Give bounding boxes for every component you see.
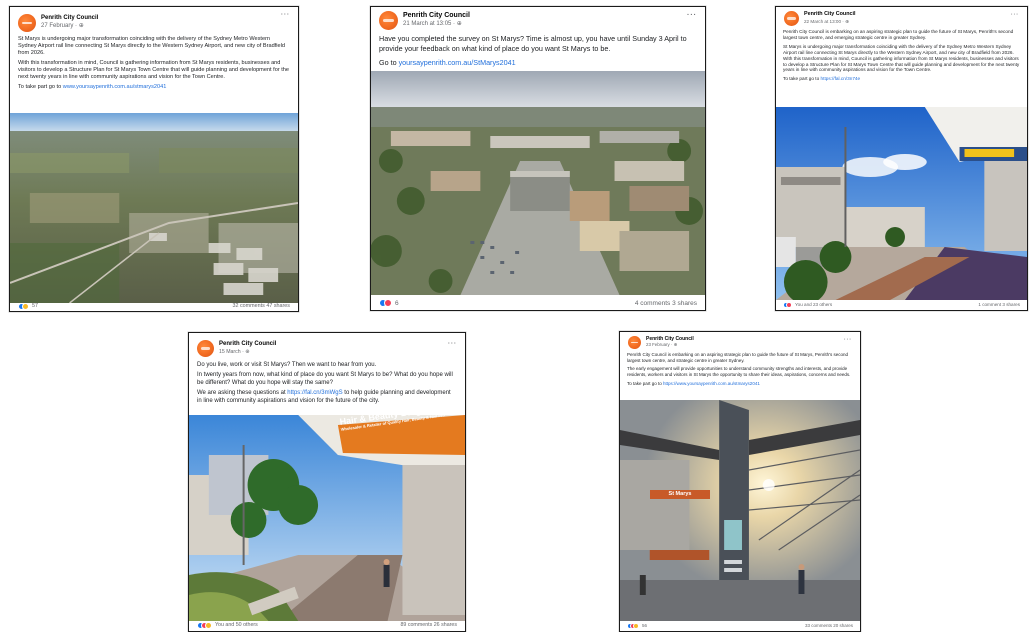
hair-beauty-street-image [189,415,465,621]
post-timestamp[interactable]: 21 March at 13:05 · ⊕ [403,20,470,29]
page-name-link[interactable]: Penrith City Council [219,340,276,348]
facebook-post-4: Penrith City Council 15 March · ⊕ ··· Do… [188,332,466,632]
reaction-summary[interactable]: 57 [18,302,38,310]
post-body: Penrith City Council is embarking on an … [776,26,1027,82]
post-header: Penrith City Council 21 March at 13:05 ·… [371,7,705,30]
post-timestamp[interactable]: 22 March at 13:00 · ⊕ [804,18,856,25]
more-options-icon[interactable]: ··· [448,341,457,347]
post-paragraph: St Marys is undergoing major transformat… [783,43,1020,73]
aerial-town-centre-image [371,71,705,295]
council-avatar[interactable] [784,11,799,26]
globe-icon: ⊕ [845,19,849,24]
more-options-icon[interactable]: ··· [844,337,852,343]
post-header: Penrith City Council 22 March at 13:00 ·… [776,7,1027,26]
facebook-post-1: Penrith City Council 27 February · ⊕ ···… [9,6,299,312]
post-cta: To take part go to https://fal.cn/3n74e [783,76,861,82]
council-avatar[interactable] [197,340,214,357]
post-body: Have you completed the survey on St Mary… [371,30,705,68]
post-header: Penrith City Council 15 March · ⊕ ··· [189,333,465,357]
aerial-suburb-image [10,113,298,303]
post-cta: To take part go to www.yoursaypenrith.co… [18,84,167,90]
post-footer: 56 33 comments 20 shares [620,620,860,631]
globe-icon: ⊕ [456,21,462,27]
post-paragraph: Do you live, work or visit St Marys? The… [197,362,377,368]
post-footer: 57 32 comments 47 shares [10,301,298,311]
haha-icon [22,302,29,310]
post-paragraph: The early engagement will provide opport… [627,366,851,378]
post-footer: You and 23 others 1 comment 3 shares [776,299,1027,310]
post-paragraph: St Marys is undergoing major transformat… [18,36,285,56]
facebook-post-2: Penrith City Council 21 March at 13:05 ·… [370,6,706,311]
love-icon [384,299,392,307]
survey-link[interactable]: https://www.yoursaypenrith.com.au/stmary… [663,381,760,386]
survey-link[interactable]: https://fal.cn/3n74e [821,76,861,81]
more-options-icon[interactable]: ··· [687,12,697,19]
haha-icon [205,621,212,629]
globe-icon: ⊕ [245,349,250,355]
post-footer: You and 50 others 89 comments 26 shares [189,619,465,631]
haha-icon [633,622,639,629]
post-body: Do you live, work or visit St Marys? The… [189,357,465,405]
post-timestamp[interactable]: 15 March · ⊕ [219,348,276,356]
post-cta: To take part go to https://www.yoursaype… [627,380,760,386]
post-footer: 6 4 comments 3 shares [371,296,705,310]
post-paragraph: Have you completed the survey on St Mary… [379,34,687,53]
globe-icon: ⊕ [673,342,678,348]
post-paragraph: With this transformation in mind, Counci… [18,60,290,80]
post-body: St Marys is undergoing major transformat… [10,32,298,91]
aerial-photo[interactable] [371,71,705,295]
comments-shares-count[interactable]: 4 comments 3 shares [635,300,697,307]
comments-shares-count[interactable]: 89 comments 26 shares [400,622,457,628]
comments-shares-count[interactable]: 33 comments 20 shares [805,623,853,628]
shopping-street-image [776,107,1027,300]
globe-icon: ⊕ [78,23,84,29]
post-timestamp[interactable]: 23 February · ⊕ [646,342,694,348]
post-body: Penrith City Council is embarking on an … [620,349,860,387]
love-icon [786,301,792,308]
street-photo[interactable] [776,107,1027,300]
reaction-summary[interactable]: 6 [379,299,399,307]
page-name-link[interactable]: Penrith City Council [403,11,470,20]
comments-shares-count[interactable]: 32 comments 47 shares [232,303,290,309]
survey-link[interactable]: https://fal.cn/3mWgS [287,390,342,396]
facebook-post-3: Penrith City Council 22 March at 13:00 ·… [775,6,1028,311]
council-avatar[interactable] [379,11,398,30]
post-paragraph: Penrith City Council is embarking on an … [783,29,1014,40]
more-options-icon[interactable]: ··· [281,12,290,18]
aerial-photo[interactable] [10,113,298,303]
survey-link[interactable]: yoursaypenrith.com.au/StMarys2041 [399,58,516,67]
st-marys-station-sign: St Marys [650,490,710,499]
reaction-summary[interactable]: You and 23 others [783,301,832,308]
station-photo[interactable]: St Marys [620,400,860,621]
post-cta: We are asking these questions at https:/… [197,390,451,404]
more-options-icon[interactable]: ··· [1011,12,1019,18]
post-header: Penrith City Council 23 February · ⊕ ··· [620,332,860,349]
facebook-post-5: Penrith City Council 23 February · ⊕ ···… [619,331,861,632]
post-paragraph: Penrith City Council is embarking on an … [627,352,848,363]
street-photo[interactable]: Hair & Beauty Bargain Bazaar Wholesaler … [189,415,465,621]
survey-link[interactable]: www.yoursaypenrith.com.au/stmarys2041 [63,84,167,90]
post-cta: Go to yoursaypenrith.com.au/StMarys2041 [379,58,516,67]
reaction-summary[interactable]: 56 [627,622,647,629]
reaction-summary[interactable]: You and 50 others [197,621,258,629]
post-timestamp[interactable]: 27 February · ⊕ [41,22,98,30]
post-header: Penrith City Council 27 February · ⊕ ··· [10,7,298,32]
st-marys-station-image [620,400,860,621]
council-avatar[interactable] [628,336,641,349]
comments-shares-count[interactable]: 1 comment 3 shares [978,302,1020,307]
post-paragraph: In twenty years from now, what kind of p… [197,372,453,386]
page-name-link[interactable]: Penrith City Council [41,14,98,22]
council-avatar[interactable] [18,14,36,32]
page-name-link[interactable]: Penrith City Council [804,11,856,18]
